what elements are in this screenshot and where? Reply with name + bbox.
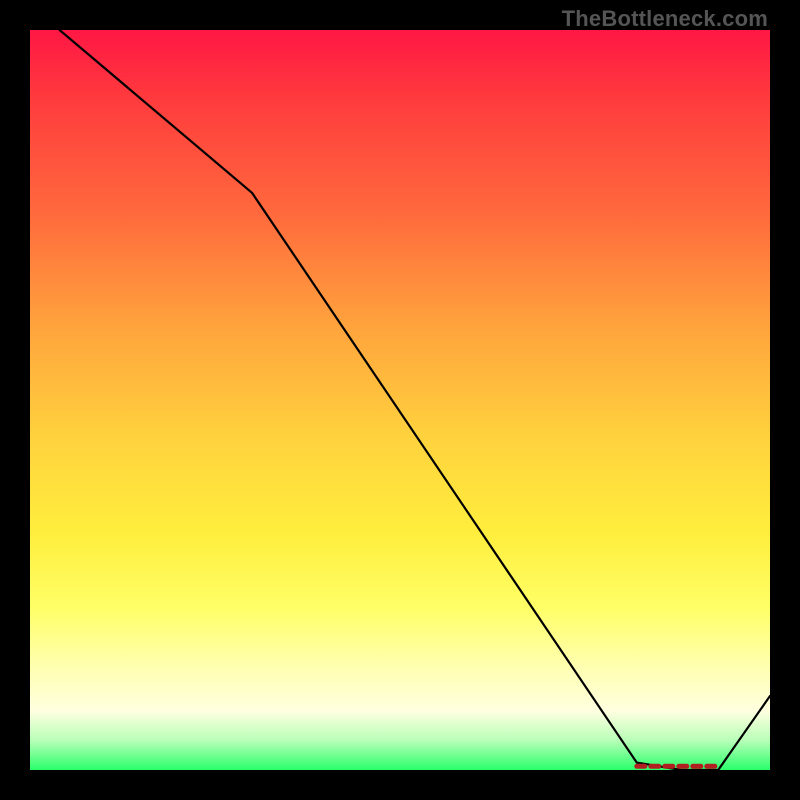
attribution-text: TheBottleneck.com: [562, 6, 768, 32]
chart-container: TheBottleneck.com: [0, 0, 800, 800]
curve-line: [60, 30, 770, 770]
chart-svg: [30, 30, 770, 770]
plot-area: [30, 30, 770, 770]
